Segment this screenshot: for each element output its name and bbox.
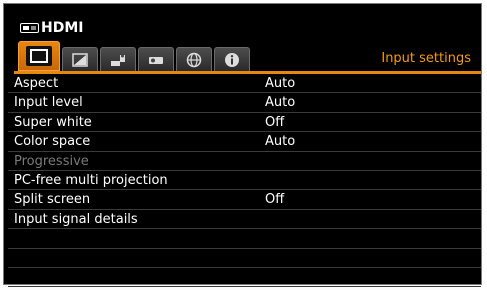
- tab-information[interactable]: [214, 47, 250, 71]
- menu-list: Aspect Auto Input level Auto Super white…: [8, 74, 481, 288]
- menu-item-value: Off: [265, 114, 285, 130]
- menu-item-value: Auto: [265, 134, 296, 150]
- menu-item-label: Progressive: [14, 153, 89, 169]
- menu-item-input-signal-details[interactable]: Input signal details: [8, 210, 481, 230]
- menu-item-aspect[interactable]: Aspect Auto: [8, 74, 481, 94]
- setup-icon: [111, 54, 125, 66]
- tab-system[interactable]: [138, 47, 174, 71]
- menu-item-label: Split screen: [14, 192, 91, 208]
- menu-item-label: Input signal details: [14, 211, 138, 227]
- osd-menu-screen: HDMI Input settings Aspect Auto Input le…: [3, 3, 482, 288]
- tab-display-settings[interactable]: [18, 41, 60, 71]
- menu-item-label: Super white: [14, 114, 92, 130]
- menu-item-label: PC-free multi projection: [14, 172, 168, 188]
- network-icon: [186, 52, 202, 67]
- tab-setup[interactable]: [100, 47, 136, 71]
- menu-item-value: Off: [265, 192, 285, 208]
- menu-item-color-space[interactable]: Color space Auto: [8, 132, 481, 152]
- menu-item-pc-free-multi-projection[interactable]: PC-free multi projection: [8, 171, 481, 191]
- menu-item-value: Auto: [265, 76, 296, 91]
- menu-row-empty: [8, 249, 481, 268]
- menu-row-empty: [8, 229, 481, 249]
- display-icon: [30, 49, 48, 63]
- menu-item-label: Input level: [14, 95, 83, 111]
- input-source: HDMI: [20, 18, 83, 38]
- menu-item-progressive: Progressive: [8, 152, 481, 171]
- menu-item-label: Color space: [14, 134, 91, 150]
- info-icon: [225, 52, 239, 67]
- tab-image-adjustment[interactable]: [62, 47, 98, 71]
- section-title: Input settings: [381, 51, 471, 66]
- image-adjust-icon: [72, 52, 88, 67]
- projector-icon: [149, 56, 163, 64]
- menu-item-super-white[interactable]: Super white Off: [8, 113, 481, 133]
- menu-header: HDMI Input settings: [4, 4, 481, 72]
- menu-row-empty: [8, 268, 481, 288]
- menu-tabs: [18, 41, 293, 71]
- input-source-label: HDMI: [41, 20, 84, 36]
- tab-network[interactable]: [176, 47, 212, 71]
- hdmi-input-icon: [20, 23, 39, 33]
- menu-item-value: Auto: [265, 95, 296, 111]
- menu-item-label: Aspect: [14, 76, 59, 91]
- menu-item-input-level[interactable]: Input level Auto: [8, 93, 481, 113]
- menu-item-split-screen[interactable]: Split screen Off: [8, 190, 481, 210]
